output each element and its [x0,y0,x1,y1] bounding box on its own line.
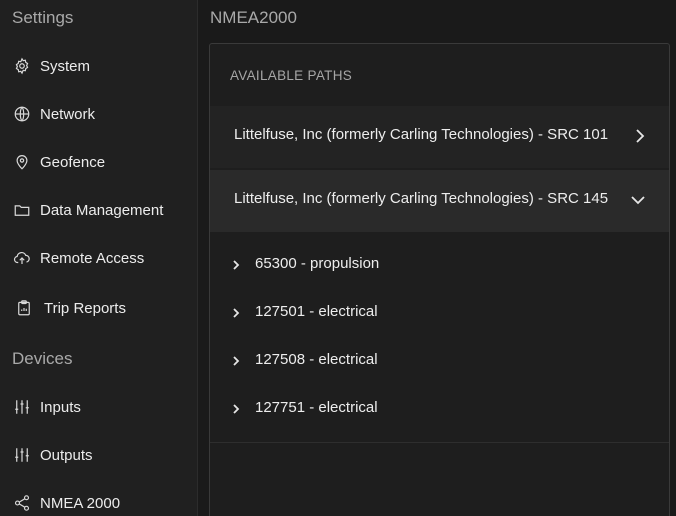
settings-section-header: Settings [12,8,74,27]
sub-path-label: 65300 - propulsion [255,255,380,272]
sidebar-item-label: Remote Access [40,249,145,267]
sidebar-item-label: Trip Reports [44,299,126,317]
clipboard-icon [15,299,33,317]
sidebar-item-label: Geofence [40,153,106,171]
devices-section-header: Devices [12,349,73,368]
chevron-right-icon[interactable] [633,128,647,144]
gear-icon [13,57,31,75]
share-icon [13,494,31,512]
sidebar-item-data-management[interactable]: Data Management [0,190,198,230]
sidebar-item-label: NMEA 2000 [40,494,121,512]
sidebar-item-inputs[interactable]: Inputs [0,387,198,427]
sidebar-item-label: Network [40,105,96,123]
chevron-right-icon[interactable] [230,402,242,416]
sidebar-item-label: System [40,57,91,75]
page-title: NMEA2000 [210,8,297,27]
sub-path-label: 127751 - electrical [255,399,378,416]
globe-icon [13,105,31,123]
chevron-right-icon[interactable] [230,354,242,368]
sidebar-item-label: Data Management [40,201,164,219]
available-paths-panel: AVAILABLE PATHS Littelfuse, Inc (formerl… [209,43,670,516]
path-label: Littelfuse, Inc (formerly Carling Techno… [234,190,609,207]
sidebar-item-geofence[interactable]: Geofence [0,142,198,182]
panel-header: AVAILABLE PATHS [230,68,353,83]
sidebar-item-label: Inputs [40,398,81,416]
cloud-upload-icon [13,249,31,267]
sidebar-item-system[interactable]: System [0,46,198,86]
sidebar-item-trip-reports[interactable]: Trip Reports [0,288,198,328]
sidebar-item-remote-access[interactable]: Remote Access [0,238,198,278]
divider [210,442,669,443]
sub-path-label: 127508 - electrical [255,351,378,368]
sub-path-row[interactable]: 65300 - propulsion [210,242,669,290]
sidebar-item-nmea-2000[interactable]: NMEA 2000 [0,483,198,516]
sidebar-item-label: Outputs [40,446,93,464]
sidebar-item-network[interactable]: Network [0,94,198,134]
location-pin-icon [13,153,31,171]
sliders-icon [13,398,31,416]
sub-path-row[interactable]: 127751 - electrical [210,386,669,434]
sidebar-item-outputs[interactable]: Outputs [0,435,198,475]
chevron-right-icon[interactable] [230,258,242,272]
path-label: Littelfuse, Inc (formerly Carling Techno… [234,126,609,143]
sidebar: Settings System Network Geofence Data Ma… [0,0,198,516]
path-row[interactable]: Littelfuse, Inc (formerly Carling Techno… [210,170,669,232]
sub-path-label: 127501 - electrical [255,303,378,320]
path-row[interactable]: Littelfuse, Inc (formerly Carling Techno… [210,106,669,168]
sub-path-row[interactable]: 127501 - electrical [210,290,669,338]
sub-path-row[interactable]: 127508 - electrical [210,338,669,386]
sliders-icon [13,446,31,464]
chevron-right-icon[interactable] [230,306,242,320]
folder-icon [13,201,31,219]
chevron-down-icon[interactable] [631,192,645,208]
